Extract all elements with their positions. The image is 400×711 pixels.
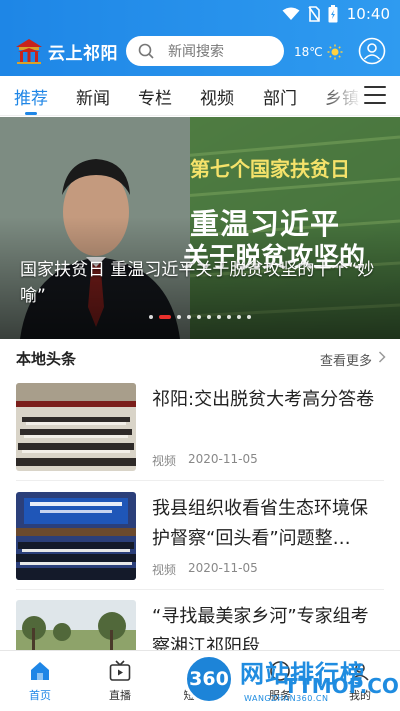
news-title: 祁阳:交出脱贫大考高分答卷 [152,389,375,410]
tab-video[interactable]: 视频 [200,84,234,109]
news-thumbnail [16,383,136,471]
home-icon [31,662,49,680]
category-tabs: 推荐 新闻 专栏 视频 部门 乡镇 [0,76,400,116]
status-bar: 10:40 [0,0,400,28]
pavilion-logo-icon [16,39,42,64]
carousel-dot[interactable] [217,315,221,319]
news-date: 2020-11-05 [188,561,258,575]
hero-caption[interactable]: 国家扶贫日 重温习近平关于脱贫攻坚的十个“妙喻” [20,257,380,309]
tab-recommend[interactable]: 推荐 [14,84,48,109]
news-item[interactable]: 我县组织收看省生态环境保护督察“回头看”问题整… 视频 2020-11-05 [0,492,400,602]
nav-live-label: 直播 [109,689,131,702]
chevron-right-icon[interactable] [378,351,386,363]
temperature-text: 18℃ [294,45,323,59]
carousel-dot[interactable] [149,315,153,319]
app-name: 云上祁阳 [48,43,118,64]
search-icon [138,43,154,59]
nav-live[interactable]: 直播 [90,659,150,703]
tab-menu-icon[interactable] [364,86,386,106]
tab-news[interactable]: 新闻 [76,84,110,109]
carousel-dot[interactable] [227,315,231,319]
carousel-dot[interactable] [207,315,211,319]
news-title: 我县组织收看省生态环境保护督察“回头看”问题整… [152,498,368,549]
status-time: 10:40 [346,5,390,23]
carousel-indicator [0,315,400,319]
site-watermark: 360 网站排行榜 TTMOP.COM WANGZHAN360.CN [184,652,400,708]
divider [16,480,384,481]
tab-department[interactable]: 部门 [263,84,297,109]
watermark-sub: WANGZHAN360.CN [244,694,329,703]
weather-widget[interactable]: 18℃ [294,44,343,60]
active-tab-indicator [25,112,37,115]
hero-carousel[interactable]: 第七个国家扶贫日 重温习近平 关于脱贫攻坚的 国家扶贫日 重温习近平关于脱贫攻坚… [0,117,400,339]
carousel-dot[interactable] [159,315,171,319]
nav-home[interactable]: 首页 [10,659,70,703]
header-row: 云上祁阳 新闻搜索 18℃ [0,28,400,76]
hero-tag: 第七个国家扶贫日 [190,157,350,181]
section-title: 本地头条 [16,350,77,368]
news-item[interactable]: 祁阳:交出脱贫大考高分答卷 视频 2020-11-05 [0,383,400,493]
tv-icon [109,660,131,681]
news-type: 视频 [152,454,177,468]
news-meta: 视频 2020-11-05 [152,452,258,469]
news-meta: 视频 2020-11-05 [152,561,258,578]
search-bar[interactable]: 新闻搜索 [126,36,284,66]
status-icons [282,5,338,23]
news-type: 视频 [152,563,177,577]
no-sim-icon [308,6,320,22]
sun-icon [327,44,343,60]
news-thumbnail [16,492,136,580]
app-header: 10:40 云上祁阳 新闻搜索 18℃ [0,0,400,76]
news-date: 2020-11-05 [188,452,258,466]
view-more-link[interactable]: 查看更多 [320,350,372,369]
carousel-dot[interactable] [237,315,241,319]
watermark-badge: 360 [184,654,234,704]
search-placeholder: 新闻搜索 [168,44,224,60]
user-profile-icon[interactable] [358,37,386,65]
local-headlines-header: 本地头条 查看更多 [0,339,400,375]
battery-icon [328,5,338,23]
tab-column[interactable]: 专栏 [138,84,172,109]
carousel-dot[interactable] [177,315,181,319]
nav-home-label: 首页 [29,689,51,702]
divider [16,589,384,590]
carousel-dot[interactable] [187,315,191,319]
wifi-icon [282,7,300,20]
carousel-dot[interactable] [247,315,251,319]
carousel-dot[interactable] [197,315,201,319]
tabs-fade [316,76,362,115]
app-logo[interactable]: 云上祁阳 [14,38,118,64]
